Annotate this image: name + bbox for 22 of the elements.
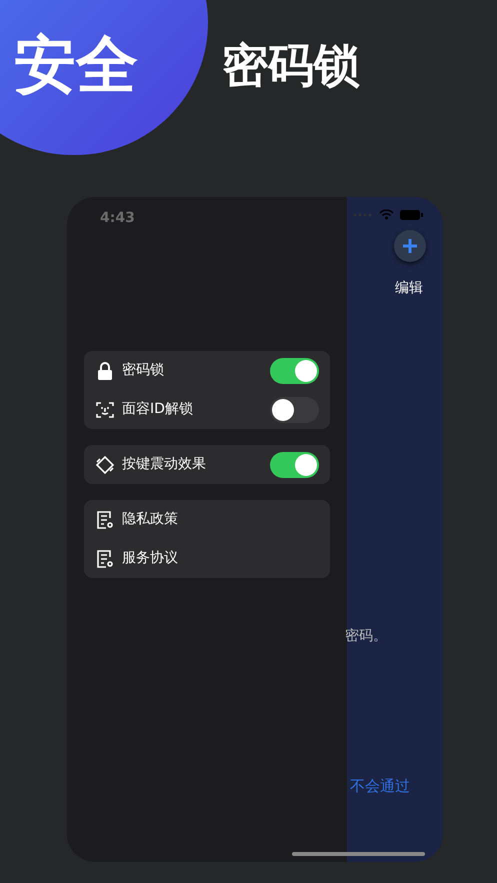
document-icon — [95, 548, 115, 568]
phone-tilted-icon — [95, 454, 115, 474]
face-scan-icon — [95, 400, 115, 420]
wifi-icon — [379, 209, 394, 220]
toggle-switch[interactable] — [270, 452, 319, 478]
plus-icon — [402, 238, 418, 254]
banner-label: 安全 — [14, 34, 138, 96]
setting-label: 面容ID解锁 — [122, 400, 194, 419]
setting-label[interactable]: 隐私政策 — [122, 509, 319, 530]
edit-button[interactable]: 编辑 — [395, 278, 423, 299]
add-button[interactable] — [394, 230, 426, 262]
document-icon — [95, 510, 115, 530]
setting-label: 密码锁 — [122, 361, 165, 380]
setting-label[interactable]: 服务协议 — [122, 548, 319, 569]
setting-label: 按键震动效果 — [122, 455, 207, 474]
lock-icon — [95, 360, 115, 380]
hint-text: 密码。 — [345, 627, 387, 646]
toggle-switch[interactable] — [270, 358, 319, 384]
battery-icon — [400, 210, 423, 220]
banner-title: 密码锁 — [222, 42, 360, 88]
status-time: 4:43 — [100, 209, 136, 228]
toggle-switch[interactable] — [270, 396, 319, 422]
